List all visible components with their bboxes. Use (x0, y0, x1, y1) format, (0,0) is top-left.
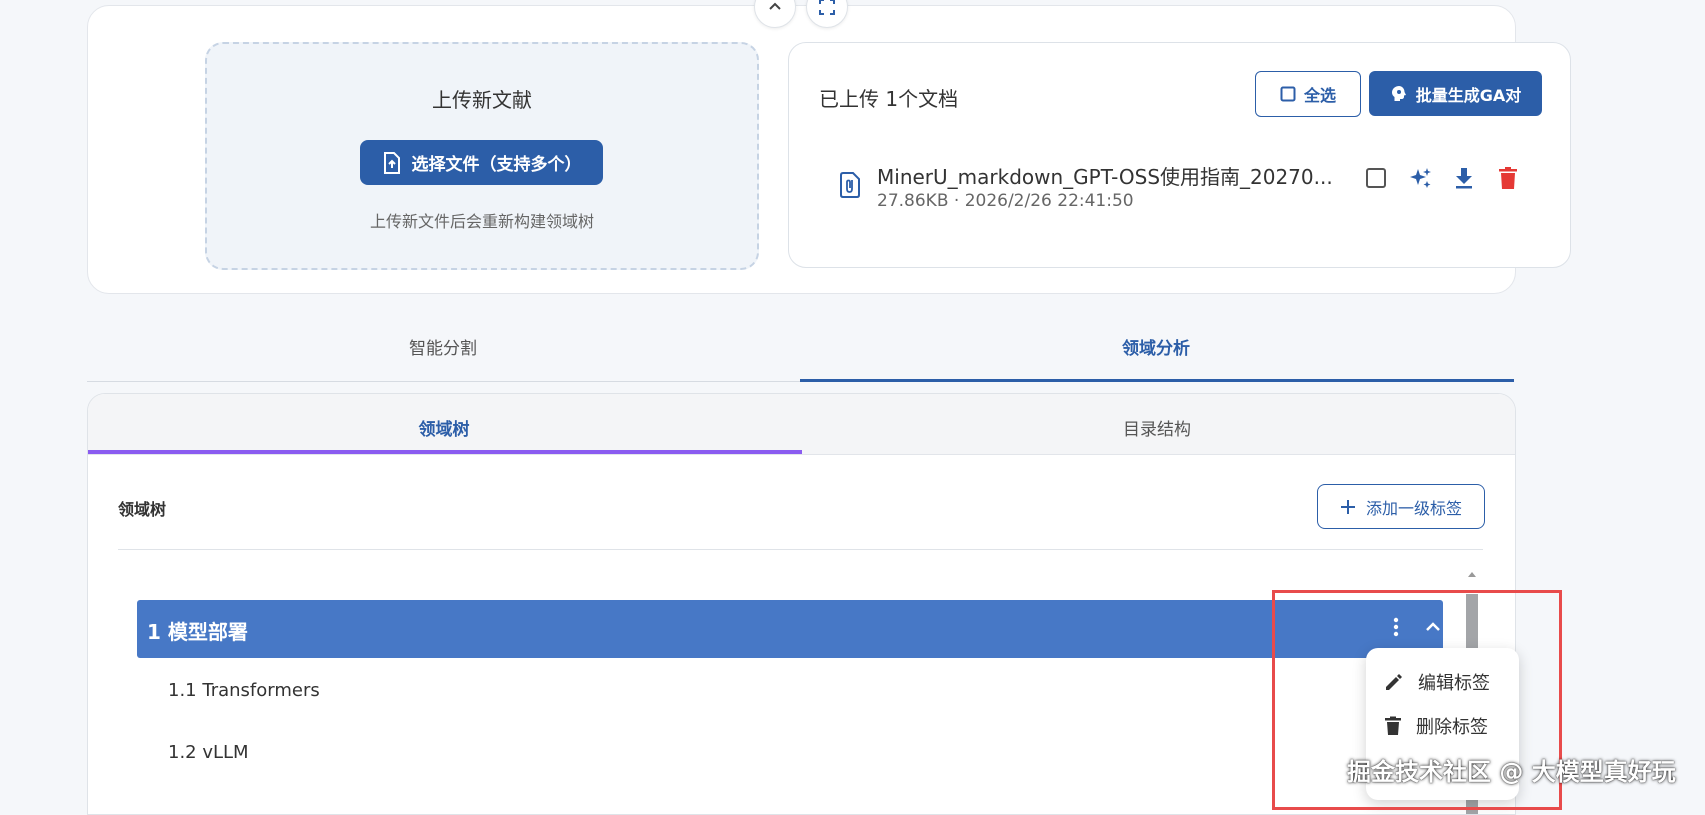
file-actions (1363, 165, 1521, 191)
plus-icon (1340, 499, 1355, 514)
file-upload-icon (383, 151, 400, 174)
file-checkbox[interactable] (1363, 165, 1389, 191)
tree-divider (118, 549, 1483, 550)
add-top-level-tag-button[interactable]: 添加一级标签 (1317, 484, 1485, 529)
file-meta: 27.86KB · 2026/2/26 22:41:50 (877, 191, 1134, 211)
generate-button[interactable] (1407, 165, 1433, 191)
checkbox-icon (1366, 168, 1386, 188)
scroll-up-arrow[interactable] (1468, 572, 1476, 577)
upload-hint: 上传新文件后会重新构建领域树 (369, 212, 594, 231)
checkbox-icon (1280, 86, 1296, 102)
select-all-button[interactable]: 全选 (1255, 71, 1361, 117)
batch-generate-button[interactable]: 批量生成GA对 (1369, 71, 1542, 116)
sparkle-icon (1410, 168, 1431, 188)
tree-section-label: 领域树 (118, 500, 167, 519)
select-all-label: 全选 (1303, 86, 1336, 105)
file-name[interactable]: MinerU_markdown_GPT-OSS使用指南_20270... (877, 161, 1333, 190)
download-icon (1456, 168, 1472, 189)
tree-node-child[interactable]: 1.1 Transformers (168, 680, 320, 701)
upload-card: 上传新文献 选择文件（支持多个） 上传新文件后会重新构建领域树 已上传 1个文档… (87, 0, 1571, 294)
watermark: 掘金技术社区 @ 大模型真好玩 (1347, 758, 1676, 786)
document-count: 已上传 1个文档 (819, 87, 959, 111)
upload-dropzone[interactable]: 上传新文献 选择文件（支持多个） 上传新文件后会重新构建领域树 (205, 42, 759, 270)
sub-tabs: 领域树 目录结构 (88, 394, 1515, 455)
tree-node-label: 1 模型部署 (147, 620, 248, 644)
batch-generate-label: 批量生成GA对 (1415, 85, 1522, 105)
collapse-button[interactable] (754, 0, 796, 28)
upload-title: 上传新文献 (432, 88, 532, 112)
chevron-up-icon (769, 2, 781, 10)
fullscreen-icon (819, 0, 835, 15)
fullscreen-button[interactable] (806, 0, 848, 28)
download-button[interactable] (1451, 165, 1477, 191)
delete-button[interactable] (1495, 165, 1521, 191)
attachment-icon (839, 171, 861, 203)
tab-toc-structure[interactable]: 目录结构 (801, 415, 1513, 440)
brain-icon (1391, 85, 1406, 101)
select-files-label: 选择文件（支持多个） (411, 155, 582, 175)
tree-node-root[interactable]: 1 模型部署 (137, 600, 1443, 658)
tab-domain-analysis[interactable]: 领域分析 (800, 334, 1512, 359)
add-tag-label: 添加一级标签 (1365, 498, 1462, 518)
tab-smart-split[interactable]: 智能分割 (87, 334, 799, 359)
uploaded-documents-panel: 已上传 1个文档 全选 批量生成GA对 MinerU_markdown_GPT-… (788, 42, 1571, 268)
active-tab-indicator (800, 379, 1514, 382)
tree-node-child[interactable]: 1.2 vLLM (168, 742, 249, 763)
select-files-button[interactable]: 选择文件（支持多个） (360, 140, 603, 185)
tab-domain-tree[interactable]: 领域树 (88, 415, 800, 440)
trash-icon (1499, 167, 1517, 189)
sub-tab-indicator (88, 450, 802, 454)
